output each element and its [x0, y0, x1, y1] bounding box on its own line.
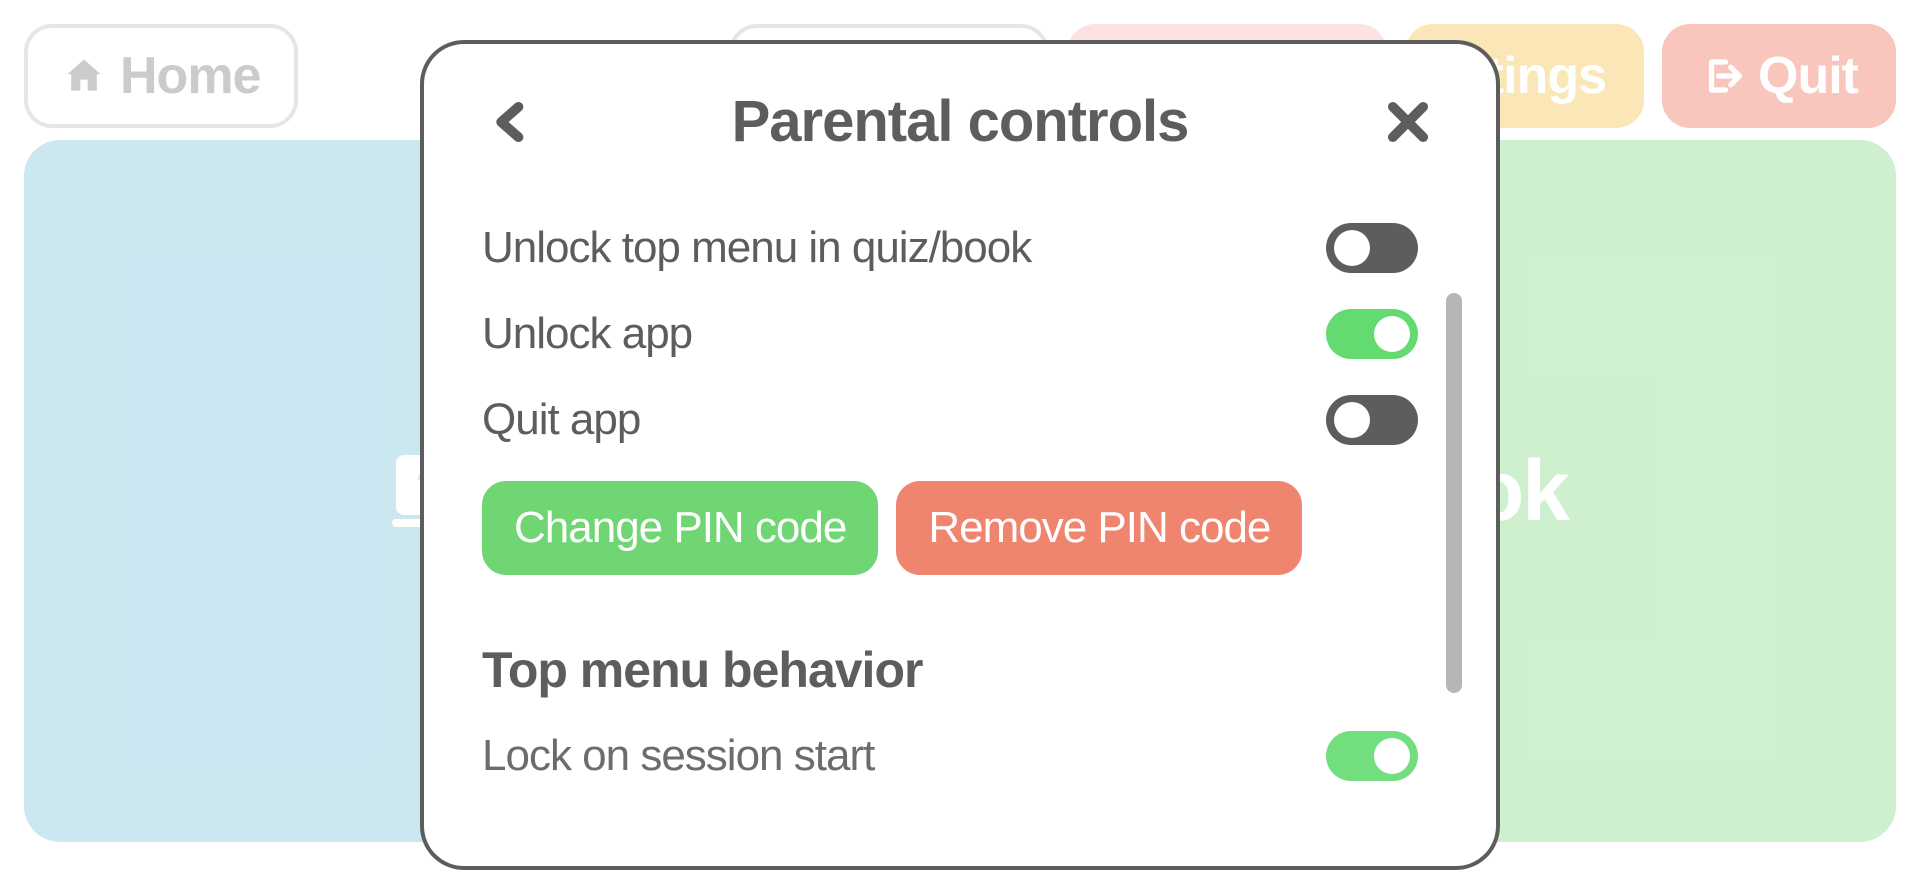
toggle-unlock-top-menu[interactable]: [1326, 223, 1418, 273]
setting-row-unlock-top-menu: Unlock top menu in quiz/book: [482, 205, 1418, 291]
change-pin-label: Change PIN code: [514, 503, 846, 552]
setting-label: Unlock top menu in quiz/book: [482, 223, 1031, 273]
setting-row-lock-on-session-start: Lock on session start: [482, 713, 1418, 799]
toggle-lock-on-session-start[interactable]: [1326, 731, 1418, 781]
back-button[interactable]: [482, 92, 542, 152]
setting-label: Lock on session start: [482, 731, 874, 781]
setting-row-quit-app: Quit app: [482, 377, 1418, 463]
setting-label: Unlock app: [482, 309, 692, 359]
pin-buttons-row: Change PIN code Remove PIN code: [482, 463, 1418, 615]
remove-pin-button[interactable]: Remove PIN code: [896, 481, 1302, 575]
change-pin-button[interactable]: Change PIN code: [482, 481, 878, 575]
setting-label: Quit app: [482, 395, 640, 445]
remove-pin-label: Remove PIN code: [928, 503, 1270, 552]
toggle-unlock-app[interactable]: [1326, 309, 1418, 359]
toggle-quit-app[interactable]: [1326, 395, 1418, 445]
close-button[interactable]: [1378, 92, 1438, 152]
modal-header: Parental controls: [424, 44, 1496, 183]
setting-row-unlock-app: Unlock app: [482, 291, 1418, 377]
modal-body: Unlock top menu in quiz/book Unlock app …: [424, 183, 1466, 866]
parental-controls-modal: Parental controls Unlock top menu in qui…: [420, 40, 1500, 870]
modal-scrollbar[interactable]: [1446, 293, 1462, 693]
section-header-top-menu-behavior: Top menu behavior: [482, 615, 1418, 713]
modal-title: Parental controls: [542, 88, 1378, 155]
